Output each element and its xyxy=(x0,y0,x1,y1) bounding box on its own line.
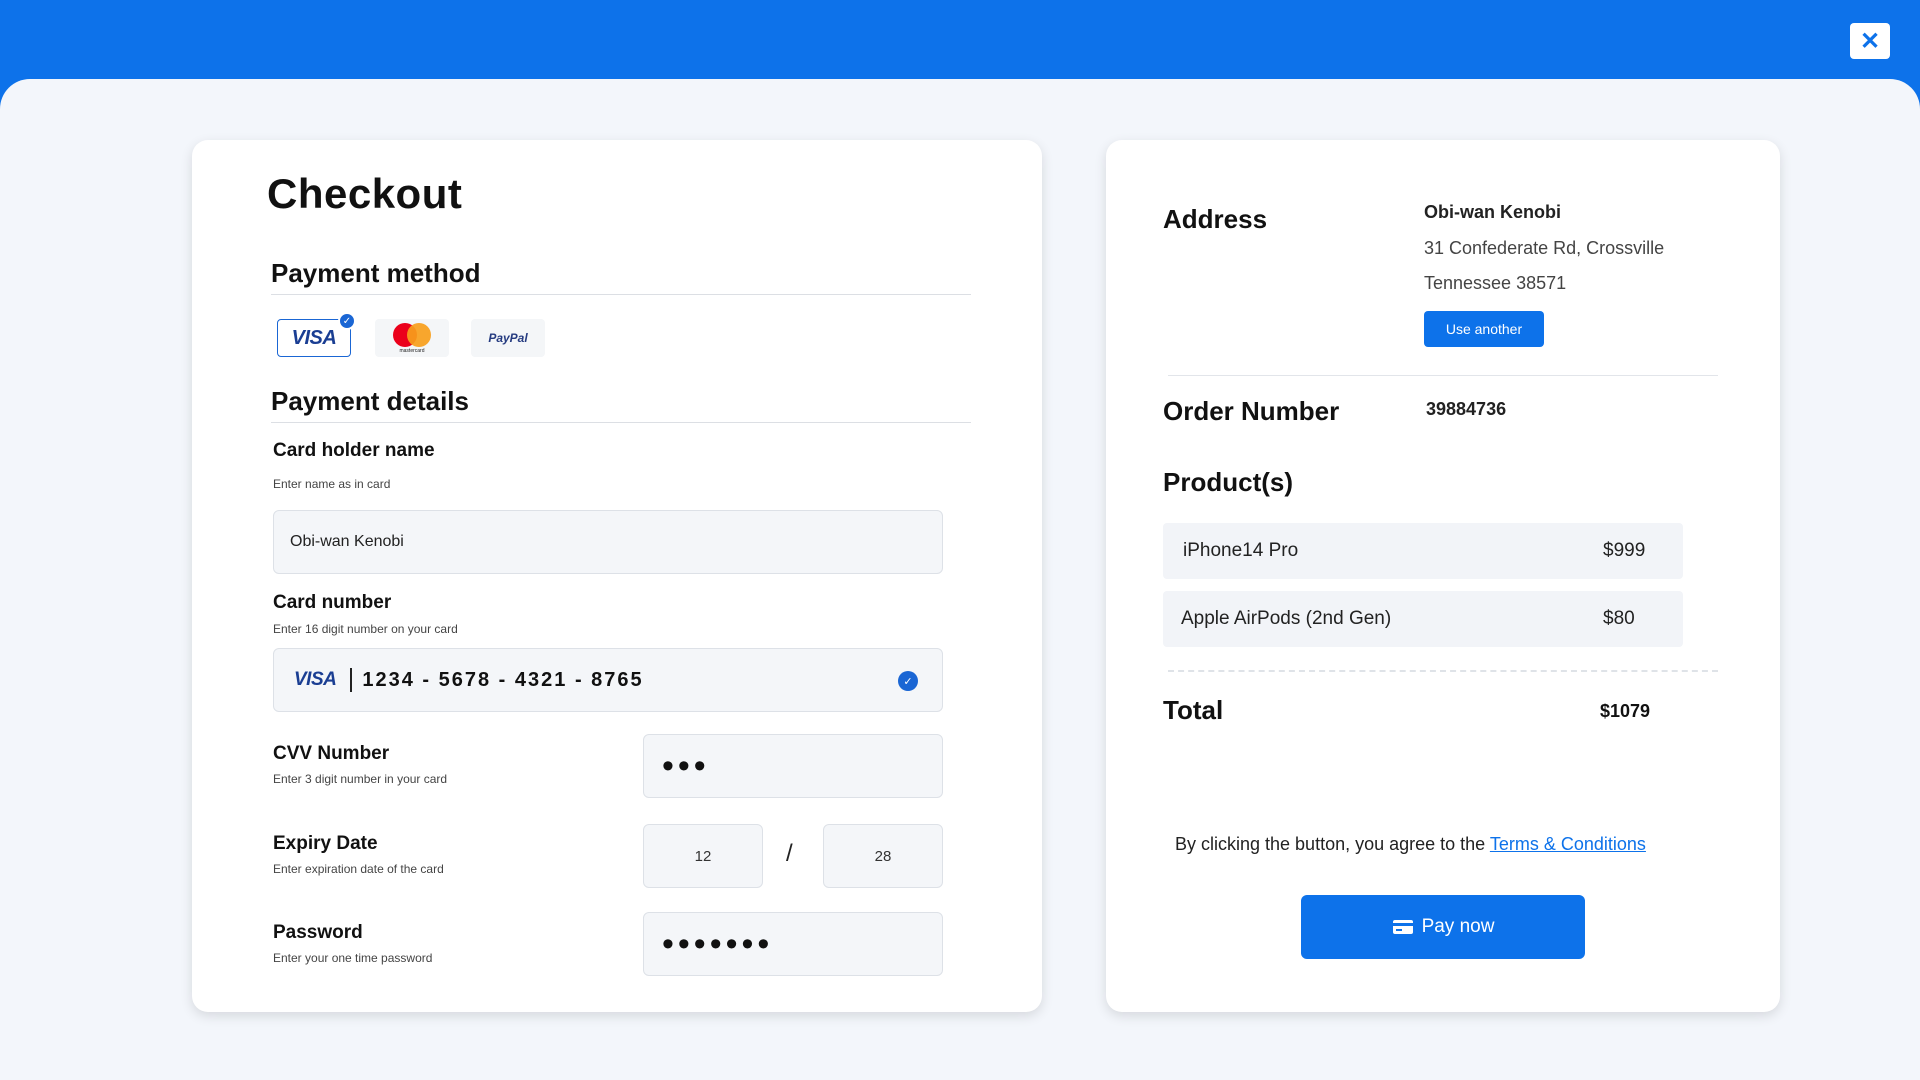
divider xyxy=(271,422,971,423)
close-icon: ✕ xyxy=(1859,27,1881,55)
cardholder-value: Obi-wan Kenobi xyxy=(290,533,404,550)
close-button[interactable]: ✕ xyxy=(1850,23,1890,59)
expiry-separator: / xyxy=(786,840,793,867)
pay-now-button[interactable]: Pay now xyxy=(1301,895,1585,959)
terms-text: By clicking the button, you agree to the… xyxy=(1175,834,1646,854)
selected-check-icon: ✓ xyxy=(338,312,356,330)
product-name: iPhone14 Pro xyxy=(1183,540,1299,561)
card-number-label: Card number xyxy=(273,592,392,613)
order-number-title: Order Number xyxy=(1163,396,1340,426)
expiry-year-value: 28 xyxy=(874,847,892,865)
credit-card-icon xyxy=(1392,919,1414,935)
order-summary-card: Address Obi-wan Kenobi 31 Confederate Rd… xyxy=(1106,140,1780,1012)
cvv-input[interactable]: ••• xyxy=(643,734,943,798)
cvv-hint: Enter 3 digit number in your card xyxy=(273,772,448,786)
visa-logo: VISA xyxy=(294,669,337,690)
expiry-hint: Enter expiration date of the card xyxy=(273,862,444,876)
top-bar: ✕ xyxy=(0,0,1920,80)
terms-link[interactable]: Terms & Conditions xyxy=(1490,834,1646,854)
address-line-2: Tennessee 38571 xyxy=(1424,273,1567,293)
products-title: Product(s) xyxy=(1163,467,1293,497)
expiry-month-input[interactable]: 12 xyxy=(643,824,763,888)
separator xyxy=(350,668,353,692)
mastercard-logo: mastercard xyxy=(392,322,432,354)
product-row: Apple AirPods (2nd Gen) $80 xyxy=(1163,591,1683,647)
checkout-form-card: Checkout Payment method VISA ✓ mastercar… xyxy=(192,140,1042,1012)
divider xyxy=(1168,375,1718,376)
payment-details-title: Payment details xyxy=(271,386,469,416)
cardholder-input[interactable]: Obi-wan Kenobi xyxy=(273,510,943,574)
dashed-divider xyxy=(1168,670,1718,672)
expiry-month-value: 12 xyxy=(694,847,712,865)
card-number-value: 1234 - 5678 - 4321 - 8765 xyxy=(362,668,644,691)
order-number-value: 39884736 xyxy=(1426,399,1507,419)
address-title: Address xyxy=(1163,204,1268,234)
cardholder-label: Card holder name xyxy=(273,440,435,461)
product-price: $80 xyxy=(1603,608,1635,629)
address-line-1: 31 Confederate Rd, Crossville xyxy=(1424,238,1665,258)
total-title: Total xyxy=(1163,695,1224,725)
product-name: Apple AirPods (2nd Gen) xyxy=(1181,608,1392,629)
total-value: $1079 xyxy=(1600,701,1651,721)
expiry-year-input[interactable]: 28 xyxy=(823,824,943,888)
pay-now-label: Pay now xyxy=(1421,916,1495,937)
payment-option-mastercard[interactable]: mastercard xyxy=(375,319,449,357)
cardholder-hint: Enter name as in card xyxy=(273,477,391,491)
page-title: Checkout xyxy=(267,170,463,217)
password-hint: Enter your one time password xyxy=(273,951,433,965)
password-masked-value: ••••••• xyxy=(662,925,774,963)
card-number-input[interactable]: VISA 1234 - 5678 - 4321 - 8765 ✓ xyxy=(273,648,943,712)
password-input[interactable]: ••••••• xyxy=(643,912,943,976)
divider xyxy=(271,294,971,295)
paypal-logo: PayPal xyxy=(488,331,528,345)
use-another-button[interactable]: Use another xyxy=(1424,311,1544,347)
cvv-label: CVV Number xyxy=(273,743,390,764)
cvv-masked-value: ••• xyxy=(662,747,710,785)
visa-logo: VISA xyxy=(291,326,337,349)
valid-check-icon: ✓ xyxy=(898,671,918,691)
payment-option-paypal[interactable]: PayPal xyxy=(471,319,545,357)
payment-method-title: Payment method xyxy=(271,258,481,288)
card-number-hint: Enter 16 digit number on your card xyxy=(273,622,458,636)
product-row: iPhone14 Pro $999 xyxy=(1163,523,1683,579)
password-label: Password xyxy=(273,922,363,943)
product-price: $999 xyxy=(1603,540,1646,561)
address-name: Obi-wan Kenobi xyxy=(1424,202,1561,222)
expiry-label: Expiry Date xyxy=(273,833,378,854)
